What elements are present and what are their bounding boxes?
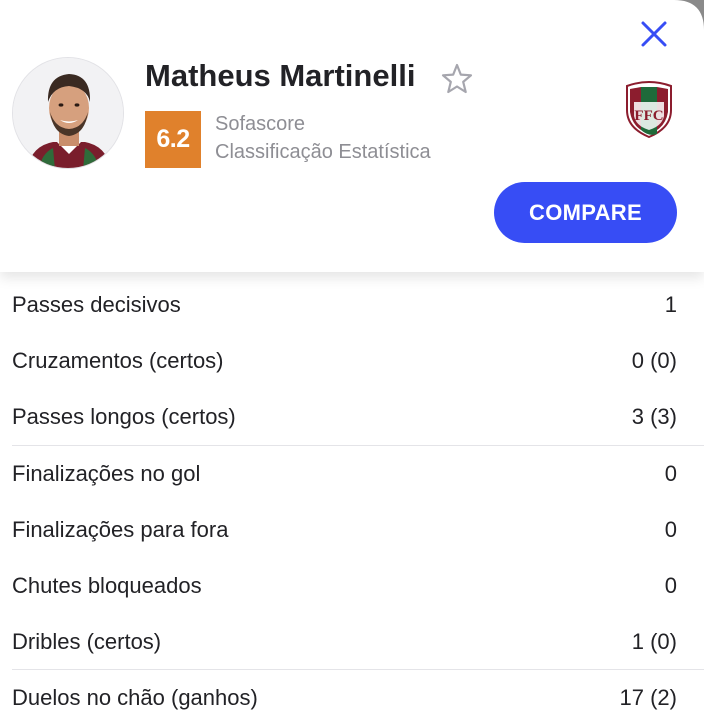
stat-value: 1 [664, 292, 677, 317]
stat-row: Dribles (certos) 1 (0) [12, 614, 677, 670]
stat-value: 1 (0) [631, 629, 677, 654]
corner-fold [674, 0, 704, 30]
stat-row: Finalizações no gol 0 [12, 446, 677, 502]
stat-label: Finalizações no gol [12, 461, 201, 486]
stat-label: Duelos no chão (ganhos) [12, 685, 258, 710]
stat-row: Passes longos (certos) 3 (3) [12, 389, 677, 445]
star-outline-icon[interactable] [439, 61, 475, 97]
stat-value: 0 [664, 517, 677, 542]
stat-label: Passes decisivos [12, 292, 181, 317]
player-photo [13, 58, 123, 168]
stat-label: Cruzamentos (certos) [12, 348, 224, 373]
stat-row: Chutes bloqueados 0 [12, 558, 677, 614]
svg-text:FFC: FFC [634, 108, 663, 124]
player-avatar [12, 57, 124, 169]
player-name: Matheus Martinelli [145, 58, 416, 93]
close-icon[interactable] [637, 17, 671, 51]
stat-label: Finalizações para fora [12, 517, 229, 542]
stat-value: 0 (0) [631, 348, 677, 373]
stat-row: Finalizações para fora 0 [12, 502, 677, 558]
rating-source: Sofascore [215, 113, 306, 135]
team-crest-icon[interactable]: FFC [624, 80, 674, 138]
stat-row: Passes decisivos 1 [12, 277, 677, 333]
player-header: Matheus Martinelli 6.2 Sofascore Classif… [0, 0, 704, 272]
rating-badge: 6.2 [145, 111, 201, 168]
stat-label: Passes longos (certos) [12, 404, 236, 429]
stat-value: 0 [664, 573, 677, 598]
stat-value: 3 (3) [631, 404, 677, 429]
stat-label: Dribles (certos) [12, 629, 162, 654]
stat-row: Cruzamentos (certos) 0 (0) [12, 333, 677, 389]
stat-label: Chutes bloqueados [12, 573, 202, 598]
stat-row: Duelos no chão (ganhos) 17 (2) [12, 670, 677, 726]
stat-value: 0 [664, 461, 677, 486]
compare-button[interactable]: COMPARE [494, 182, 677, 243]
rating-type: Classificação Estatística [215, 141, 431, 163]
stat-value: 17 (2) [619, 685, 677, 710]
